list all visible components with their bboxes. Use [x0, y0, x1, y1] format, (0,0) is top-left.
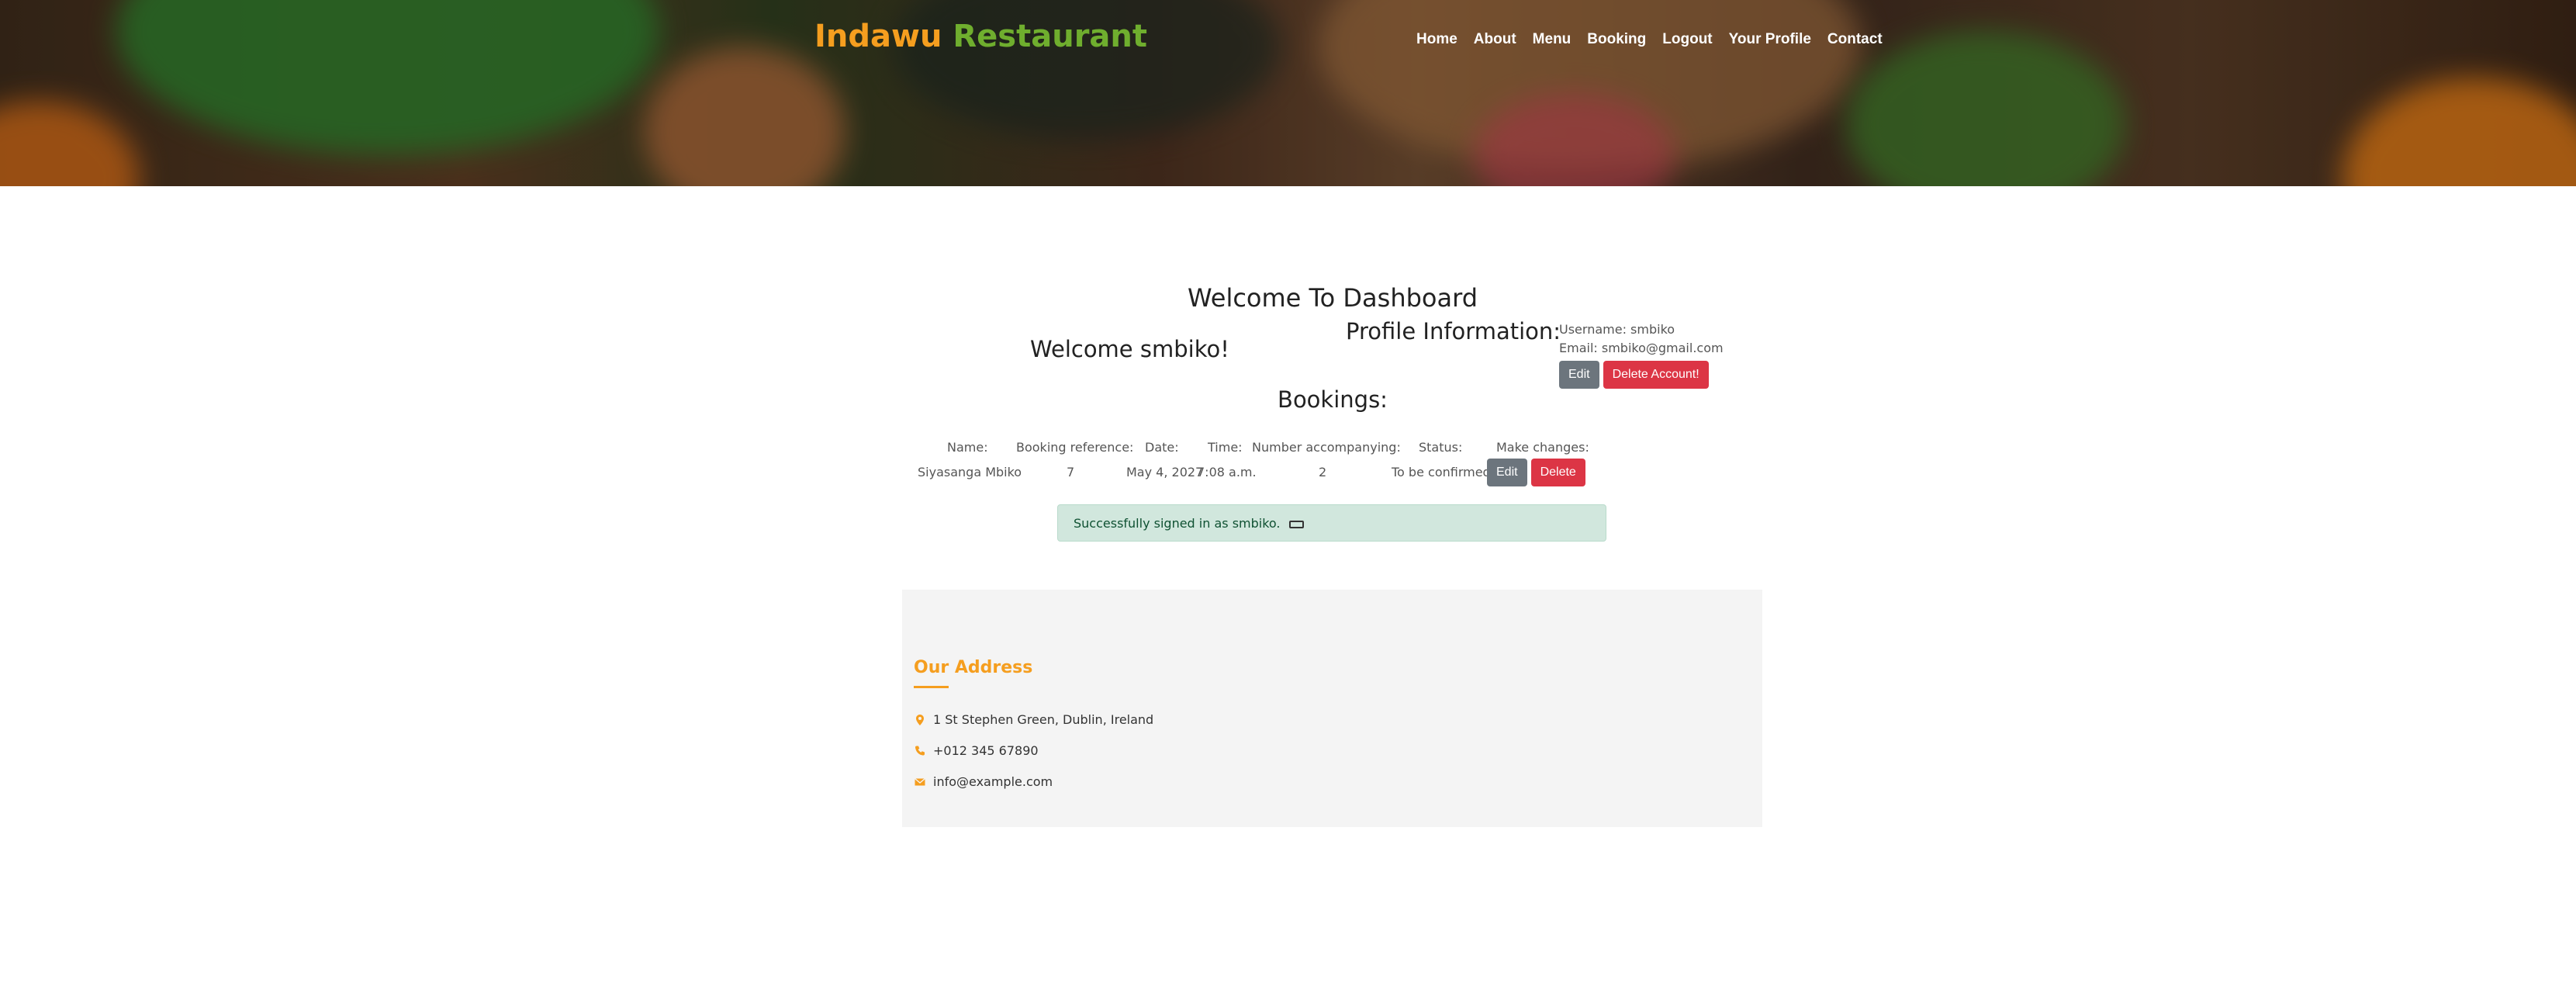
phone-icon — [915, 746, 925, 755]
cell-reference: 7 — [1067, 465, 1075, 479]
brand-name-second: Restaurant — [953, 19, 1148, 54]
cell-name: Siyasanga Mbiko — [918, 465, 1022, 479]
header-status: Status: — [1419, 440, 1463, 455]
footer-address: 1 St Stephen Green, Dublin, Ireland — [933, 712, 1154, 727]
footer-email: info@example.com — [933, 774, 1053, 789]
profile-actions: Edit Delete Account! — [1559, 361, 1709, 389]
footer-phone: +012 345 67890 — [933, 743, 1039, 758]
map-marker-icon — [916, 714, 924, 725]
booking-actions: Edit Delete — [1487, 459, 1585, 486]
edit-booking-button[interactable]: Edit — [1487, 459, 1527, 486]
header-name: Name: — [947, 440, 988, 455]
nav-home[interactable]: Home — [1416, 31, 1457, 48]
delete-account-button[interactable]: Delete Account! — [1603, 361, 1709, 389]
hero-banner: Indawu Restaurant Home About Menu Bookin… — [0, 0, 2576, 186]
nav-about[interactable]: About — [1474, 31, 1516, 48]
delete-booking-button[interactable]: Delete — [1530, 459, 1585, 486]
header-make-changes: Make changes: — [1496, 440, 1589, 455]
header-number-accompanying: Number accompanying: — [1252, 440, 1401, 455]
nav-booking[interactable]: Booking — [1587, 31, 1646, 48]
bookings-heading: Bookings: — [1278, 386, 1388, 413]
profile-username: Username: smbiko — [1559, 322, 1675, 337]
alert-message: Successfully signed in as smbiko. — [1074, 516, 1281, 531]
header-date: Date: — [1145, 440, 1179, 455]
cell-accompanying: 2 — [1319, 465, 1327, 479]
main-nav: Home About Menu Booking Logout Your Prof… — [1416, 31, 1899, 48]
footer-address-section: Our Address 1 St Stephen Green, Dublin, … — [902, 590, 1762, 827]
welcome-message: Welcome smbiko! — [1030, 336, 1229, 362]
address-line: 1 St Stephen Green, Dublin, Ireland — [914, 712, 1153, 727]
profile-heading: Profile Information: — [1346, 318, 1561, 344]
header-booking-reference: Booking reference: — [1016, 440, 1134, 455]
nav-menu[interactable]: Menu — [1533, 31, 1572, 48]
nav-logout[interactable]: Logout — [1662, 31, 1712, 48]
footer-title-underline — [914, 686, 949, 688]
success-alert: Successfully signed in as smbiko. — [1057, 504, 1606, 542]
cell-time: 7:08 a.m. — [1197, 465, 1257, 479]
brand-logo[interactable]: Indawu Restaurant — [814, 19, 1147, 54]
phone-line: +012 345 67890 — [914, 743, 1039, 758]
envelope-icon — [915, 777, 925, 785]
hero-overlay — [0, 0, 2576, 186]
nav-contact[interactable]: Contact — [1827, 31, 1883, 48]
email-line: info@example.com — [914, 774, 1053, 789]
edit-profile-button[interactable]: Edit — [1559, 361, 1599, 389]
profile-info: Username: smbiko Email: smbiko@gmail.com — [1559, 320, 1724, 358]
nav-your-profile[interactable]: Your Profile — [1729, 31, 1811, 48]
header-time: Time: — [1208, 440, 1243, 455]
cell-status: To be confirmed — [1392, 465, 1491, 479]
page-title: Welcome To Dashboard — [1187, 283, 1478, 313]
close-alert-icon[interactable] — [1288, 521, 1304, 528]
cell-date: May 4, 2027 — [1126, 465, 1204, 479]
profile-email: Email: smbiko@gmail.com — [1559, 341, 1724, 355]
brand-name-first: Indawu — [814, 19, 942, 54]
footer-title: Our Address — [914, 658, 1033, 677]
